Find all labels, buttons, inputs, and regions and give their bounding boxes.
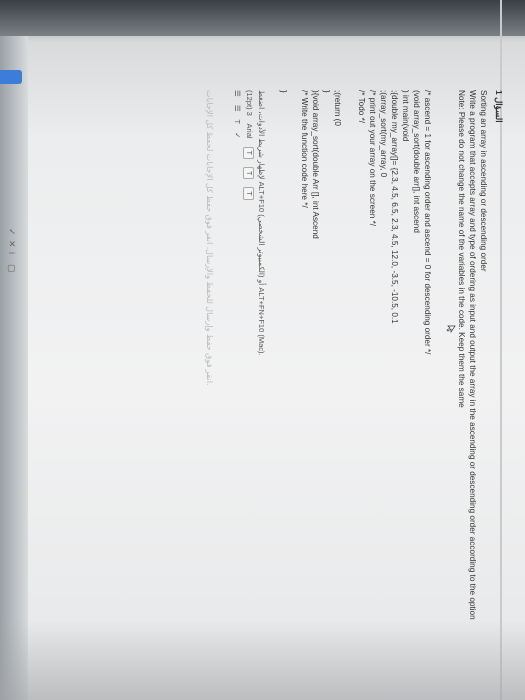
bottom-shadow bbox=[0, 620, 525, 700]
code-line-3: ) int main(void bbox=[401, 90, 410, 142]
side-toolbar: ✓ ✕ i ▢ bbox=[2, 228, 22, 292]
photo-screen: ✓ ✕ i ▢ السؤال 1 Sorting an array in asc… bbox=[0, 0, 525, 700]
number-list-icon[interactable]: ☰ bbox=[233, 105, 242, 112]
editor-toolbar: (12pt) 3 Arial T T T bbox=[243, 90, 254, 206]
question-instructions: Write a program that accepts array and t… bbox=[468, 90, 477, 620]
code-line-12: } bbox=[279, 90, 288, 93]
bullet-list-icon[interactable]: ☰ bbox=[233, 90, 242, 97]
mouse-cursor-icon bbox=[446, 325, 456, 334]
question-label: السؤال 1 bbox=[494, 90, 504, 123]
font-family-select[interactable]: Arial bbox=[245, 124, 254, 139]
question-page: السؤال 1 Sorting an array in ascending o… bbox=[40, 90, 510, 650]
code-line-7: /* Todo */ bbox=[357, 90, 366, 124]
editor-toolbar-hint: لإظهار شريط الأدوات، اضغط ALT+F10 (الكمب… bbox=[257, 90, 266, 356]
code-line-8: ;(return (0 bbox=[333, 90, 342, 126]
question-note: Note: Please do not change the name of t… bbox=[457, 90, 466, 408]
left-sidebar bbox=[0, 36, 28, 700]
bold-button[interactable]: T bbox=[243, 146, 254, 159]
text-color-icon[interactable]: T bbox=[233, 120, 242, 125]
browser-top-bar bbox=[0, 0, 525, 36]
sidebar-tab[interactable] bbox=[0, 70, 22, 84]
faded-footer-text: انقر فوق حفظ وإرسال للحفظ والإرسال. انقر… bbox=[205, 90, 214, 386]
spellcheck-icon[interactable]: ✓ bbox=[233, 132, 242, 138]
code-line-9: } bbox=[322, 90, 331, 93]
font-size-select[interactable]: (12pt) 3 bbox=[245, 90, 254, 116]
underline-button[interactable]: T bbox=[243, 187, 254, 200]
code-line-2: (void array_sort(double arr[], int ascen… bbox=[412, 90, 421, 233]
code-line-4: ;{double my_array[]= {2.3, 4.5, 6.5, 2.3… bbox=[390, 90, 399, 324]
italic-button[interactable]: T bbox=[243, 167, 254, 180]
code-line-1: /* ascend = 1 for ascending order and as… bbox=[423, 90, 432, 355]
code-line-5: ;(array_sort(my_array, 0 bbox=[379, 90, 388, 178]
editor-toolbar-row-2: ☰ ☰ T ✓ bbox=[232, 90, 242, 145]
code-line-11: /* Write the function code here */ bbox=[300, 90, 309, 208]
code-line-10: ){void array_sort(double Arr [], int Asc… bbox=[311, 90, 320, 239]
code-line-6: /* print out your array on the screen */ bbox=[368, 90, 377, 227]
box-icon[interactable]: ▢ bbox=[6, 264, 18, 284]
question-title: Sorting an array in ascending or descend… bbox=[479, 90, 488, 272]
